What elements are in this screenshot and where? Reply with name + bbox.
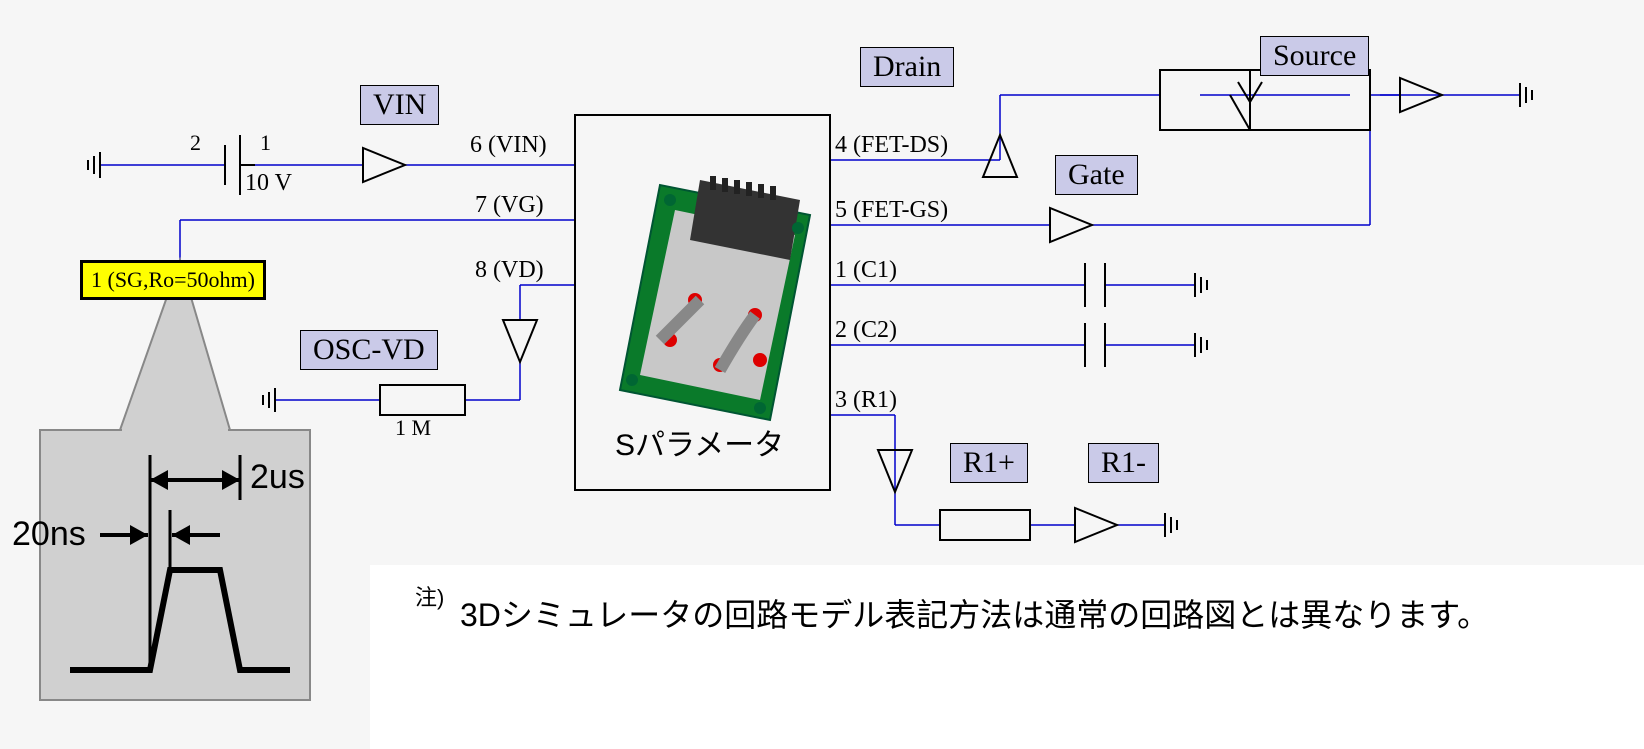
sparam-label: Sパラメータ bbox=[615, 420, 784, 464]
pulse-rise: 20ns bbox=[12, 515, 86, 554]
label-source: Source bbox=[1260, 36, 1369, 76]
vs-node-2: 2 bbox=[190, 130, 201, 156]
footnote-sup: 注) bbox=[415, 580, 444, 612]
pulse-width: 2us bbox=[250, 458, 305, 497]
sg-source-box: 1 (SG,Ro=50ohm) bbox=[80, 260, 266, 300]
footnote-text: 3Dシミュレータの回路モデル表記方法は通常の回路図とは異なります。 bbox=[460, 590, 1489, 636]
port-4: 4 (FET-DS) bbox=[835, 132, 948, 159]
port-3: 3 (R1) bbox=[835, 387, 897, 414]
label-r1p: R1+ bbox=[950, 443, 1028, 483]
port-8: 8 (VD) bbox=[475, 257, 544, 284]
label-osc-vd: OSC-VD bbox=[300, 330, 438, 370]
port-6: 6 (VIN) bbox=[470, 132, 547, 159]
label-gate: Gate bbox=[1055, 155, 1138, 195]
port-2: 2 (C2) bbox=[835, 317, 897, 344]
label-r1m: R1- bbox=[1088, 443, 1159, 483]
vs-value: 10 V bbox=[245, 170, 292, 197]
osc-resistor-value: 1 M bbox=[395, 415, 431, 441]
label-vin: VIN bbox=[360, 85, 439, 125]
label-drain: Drain bbox=[860, 47, 954, 87]
port-1: 1 (C1) bbox=[835, 257, 897, 284]
vs-node-1: 1 bbox=[260, 130, 271, 156]
port-7: 7 (VG) bbox=[475, 192, 544, 219]
port-5: 5 (FET-GS) bbox=[835, 197, 948, 224]
